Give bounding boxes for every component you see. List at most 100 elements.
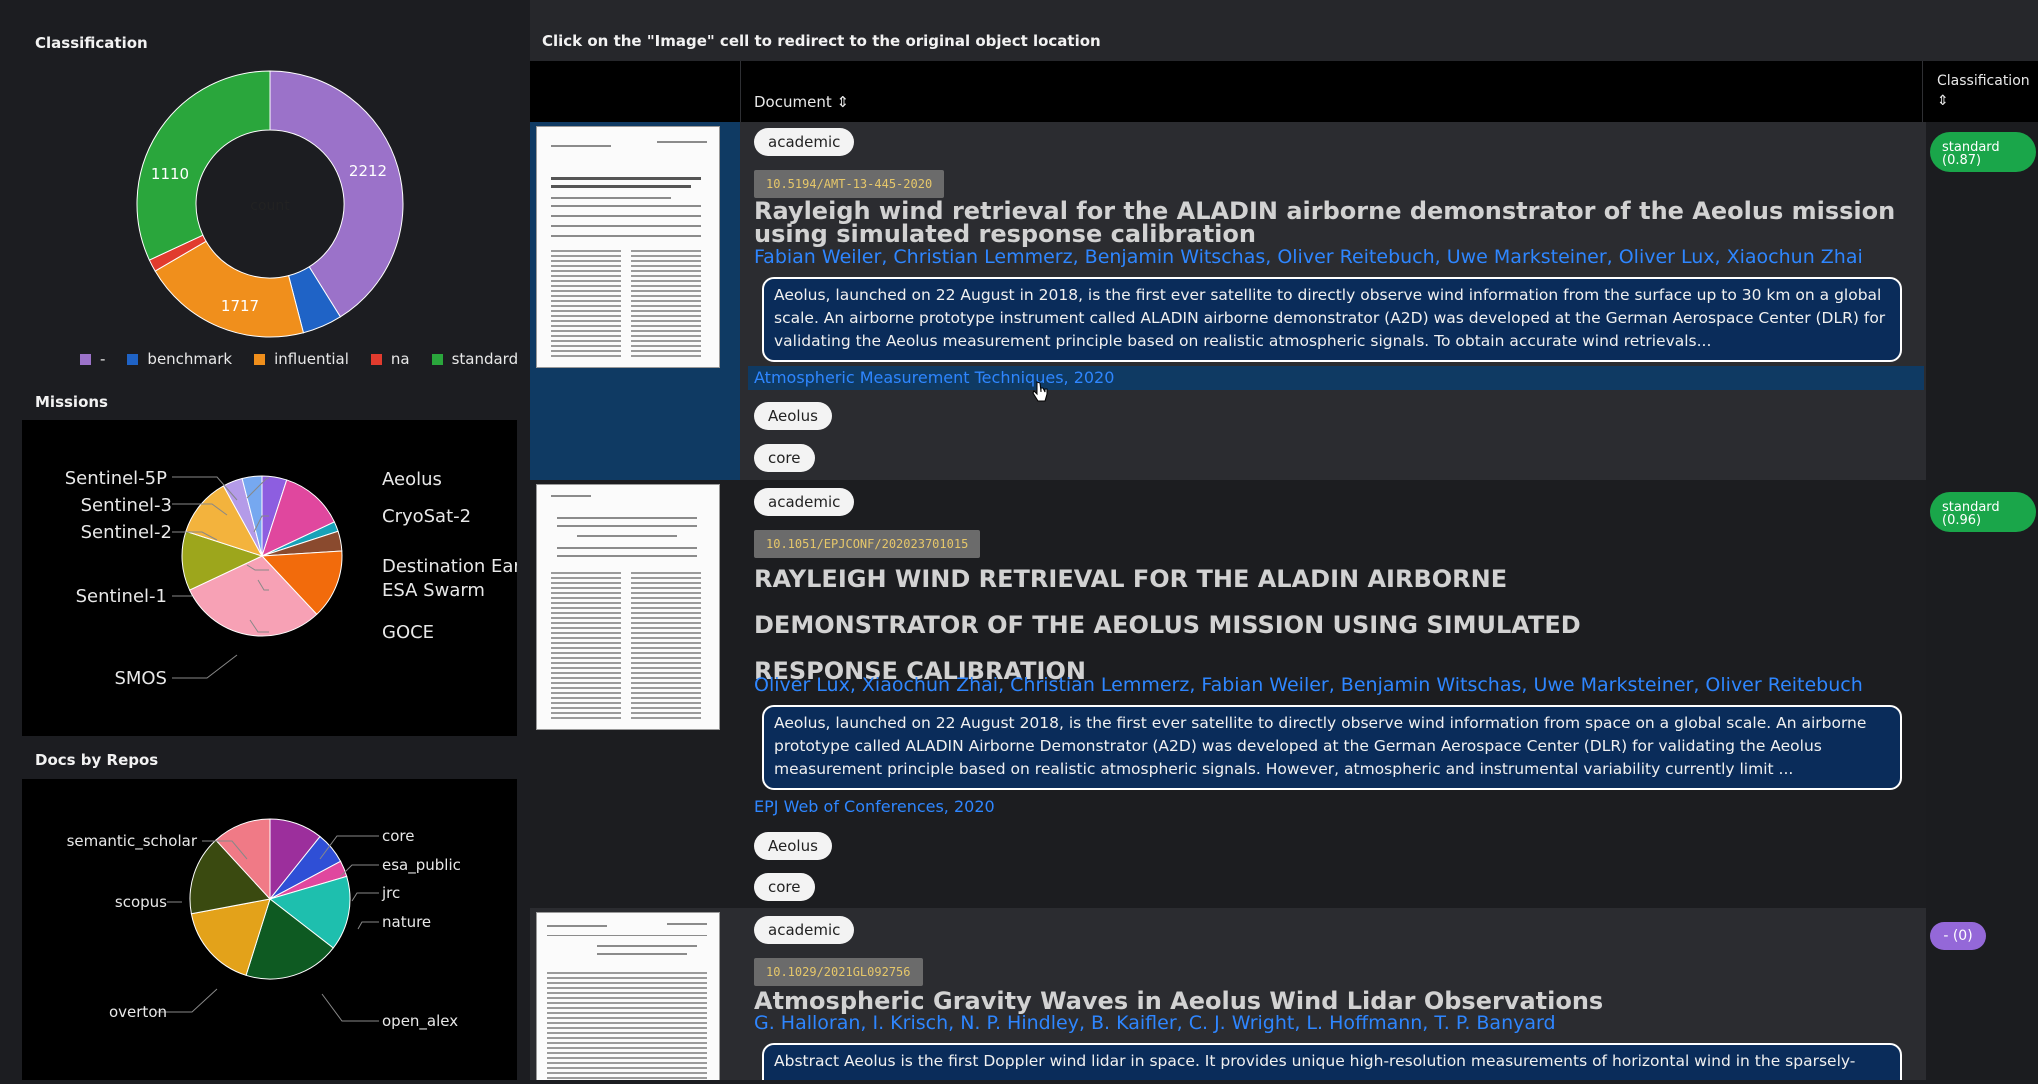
- mission-label-sentinel-1: Sentinel-1: [76, 586, 167, 607]
- document-column-header[interactable]: Document ⇕: [754, 93, 849, 111]
- mission-label-sentinel-2: Sentinel-2: [81, 522, 172, 543]
- legend-item-na[interactable]: na: [370, 350, 410, 368]
- repos-panel-title: Docs by Repos: [35, 751, 159, 769]
- classification-header-label: Classification: [1937, 73, 2030, 89]
- document-title[interactable]: Atmospheric Gravity Waves in Aeolus Wind…: [754, 988, 1914, 1014]
- classification-badge[interactable]: standard (0.87): [1930, 132, 2036, 172]
- results-panel: Click on the "Image" cell to redirect to…: [530, 0, 2038, 1080]
- classification-cell: standard (0.87): [1926, 122, 2038, 480]
- missions-chart-box: Sentinel-5P Sentinel-3 Sentinel-2 Sentin…: [22, 420, 528, 736]
- image-cell[interactable]: [530, 480, 740, 908]
- repo-label-jrc: jrc: [381, 884, 400, 902]
- legend-label: -: [100, 350, 106, 368]
- mission-label-aeolus: Aeolus: [382, 469, 442, 490]
- legend-swatch: [431, 353, 443, 365]
- mission-tag[interactable]: Aeolus: [754, 402, 832, 430]
- title-line: DEMONSTRATOR OF THE AEOLUS MISSION USING…: [754, 611, 1581, 639]
- title-line: Atmospheric Gravity Waves in Aeolus Wind…: [754, 987, 1604, 1015]
- authors: Fabian Weiler, Christian Lemmerz, Benjam…: [754, 246, 1863, 268]
- document-cell: academic 10.5194/AMT-13-445-2020 Rayleig…: [740, 122, 1926, 480]
- abstract: Abstract Aeolus is the first Doppler win…: [762, 1043, 1902, 1080]
- legend-label: standard: [451, 350, 519, 368]
- repo-label-overton: overton: [109, 1003, 167, 1021]
- doi-badge[interactable]: 10.1051/EPJCONF/202023701015: [754, 530, 981, 558]
- mission-label-esa-swarm: ESA Swarm: [382, 580, 485, 601]
- legend-swatch: [80, 353, 91, 365]
- repo-label-open-alex: open_alex: [382, 1012, 458, 1031]
- classification-legend: - benchmark influential na standard: [80, 350, 518, 368]
- classification-badge[interactable]: standard (0.96): [1930, 492, 2036, 532]
- legend-item-influential[interactable]: influential: [254, 350, 349, 368]
- table-header: Document ⇕ Classification ⇕: [530, 61, 2038, 122]
- image-cell[interactable]: [530, 908, 740, 1080]
- repo-tag[interactable]: core: [754, 444, 815, 472]
- missions-panel-title: Missions: [35, 393, 108, 411]
- image-cell[interactable]: [530, 122, 740, 480]
- legend-swatch: [254, 353, 266, 365]
- repos-chart-box: semantic_scholar scopus overton core esa…: [22, 779, 517, 1080]
- doi-badge[interactable]: 10.1029/2021GL092756: [754, 958, 923, 986]
- redirect-hint: Click on the "Image" cell to redirect to…: [542, 32, 1101, 50]
- legend-label: influential: [274, 350, 349, 368]
- slice-label-influential: 1110: [151, 165, 189, 183]
- mouse-cursor-icon: [1032, 381, 1048, 402]
- legend-item-benchmark[interactable]: benchmark: [127, 350, 232, 368]
- type-tag[interactable]: academic: [754, 916, 855, 944]
- classification-cell: standard (0.96): [1926, 480, 2038, 908]
- legend-item-dash[interactable]: -: [80, 350, 105, 368]
- classification-score: (0.87): [1942, 153, 1982, 168]
- document-thumbnail[interactable]: [536, 126, 720, 368]
- table-row: academic 10.1029/2021GL092756 Atmospheri…: [530, 908, 2038, 1080]
- table-row: academic 10.1051/EPJCONF/202023701015 RA…: [530, 480, 2038, 908]
- document-thumbnail[interactable]: [536, 912, 720, 1080]
- mission-tag[interactable]: Aeolus: [754, 832, 832, 860]
- repos-pie-chart[interactable]: semantic_scholar scopus overton core esa…: [22, 779, 517, 1080]
- classification-score: (0.96): [1942, 513, 1982, 528]
- sort-icon: ⇕: [1937, 93, 1949, 109]
- repo-label-nature: nature: [382, 913, 431, 931]
- sidebar: Classification count 2212 1717 1110 - be…: [0, 0, 530, 1080]
- venue-link[interactable]: Atmospheric Measurement Techniques, 2020: [748, 366, 1924, 390]
- doi-badge[interactable]: 10.5194/AMT-13-445-2020: [754, 170, 945, 198]
- slice-label-dash: 2212: [349, 162, 387, 180]
- mission-label-sentinel-3: Sentinel-3: [81, 495, 172, 516]
- document-title[interactable]: Rayleigh wind retrieval for the ALADIN a…: [754, 199, 1914, 248]
- mission-label-smos: SMOS: [114, 668, 167, 689]
- header-divider: [1922, 61, 1923, 122]
- title-line: using simulated response calibration: [754, 220, 1256, 248]
- table-row: academic 10.5194/AMT-13-445-2020 Rayleig…: [530, 122, 2038, 480]
- mission-label-goce: GOCE: [382, 622, 434, 643]
- mission-label-sentinel-5p: Sentinel-5P: [65, 468, 167, 489]
- title-line: RAYLEIGH WIND RETRIEVAL FOR THE ALADIN A…: [754, 565, 1508, 593]
- authors: Oliver Lux, Xiaochun Zhai, Christian Lem…: [754, 674, 1863, 696]
- document-cell: academic 10.1051/EPJCONF/202023701015 RA…: [740, 480, 1926, 908]
- classification-panel-title: Classification: [35, 34, 148, 52]
- document-thumbnail[interactable]: [536, 484, 720, 730]
- type-tag[interactable]: academic: [754, 128, 855, 156]
- legend-label: benchmark: [147, 350, 233, 368]
- classification-donut-chart[interactable]: count 2212 1717 1110: [130, 68, 420, 343]
- slice-label-standard: 1717: [221, 297, 259, 315]
- legend-label: na: [390, 350, 410, 368]
- classification-column-header[interactable]: Classification ⇕: [1937, 71, 2030, 111]
- mission-label-destination-earth: Destination Eart: [382, 556, 517, 577]
- type-tag[interactable]: academic: [754, 488, 855, 516]
- classification-badge[interactable]: - (0): [1930, 922, 1986, 950]
- header-divider: [740, 61, 741, 122]
- venue-link[interactable]: EPJ Web of Conferences, 2020: [754, 795, 995, 819]
- classification-cell: - (0): [1926, 908, 2038, 1080]
- repo-label-esa-public: esa_public: [382, 856, 461, 875]
- repo-label-core: core: [382, 827, 415, 845]
- legend-swatch: [127, 353, 139, 365]
- abstract: Aeolus, launched on 22 August 2018, is t…: [762, 705, 1902, 790]
- abstract: Aeolus, launched on 22 August in 2018, i…: [762, 277, 1902, 362]
- mission-label-cryosat-2: CryoSat-2: [382, 506, 471, 527]
- document-cell: academic 10.1029/2021GL092756 Atmospheri…: [740, 908, 1926, 1080]
- donut-center-label: count: [250, 198, 290, 214]
- repo-tag[interactable]: core: [754, 873, 815, 901]
- legend-item-standard[interactable]: standard: [431, 350, 519, 368]
- repo-label-semantic-scholar: semantic_scholar: [67, 832, 198, 851]
- missions-pie-chart[interactable]: Sentinel-5P Sentinel-3 Sentinel-2 Sentin…: [22, 420, 528, 736]
- authors: G. Halloran, I. Krisch, N. P. Hindley, B…: [754, 1012, 1556, 1034]
- repo-label-scopus: scopus: [115, 893, 167, 911]
